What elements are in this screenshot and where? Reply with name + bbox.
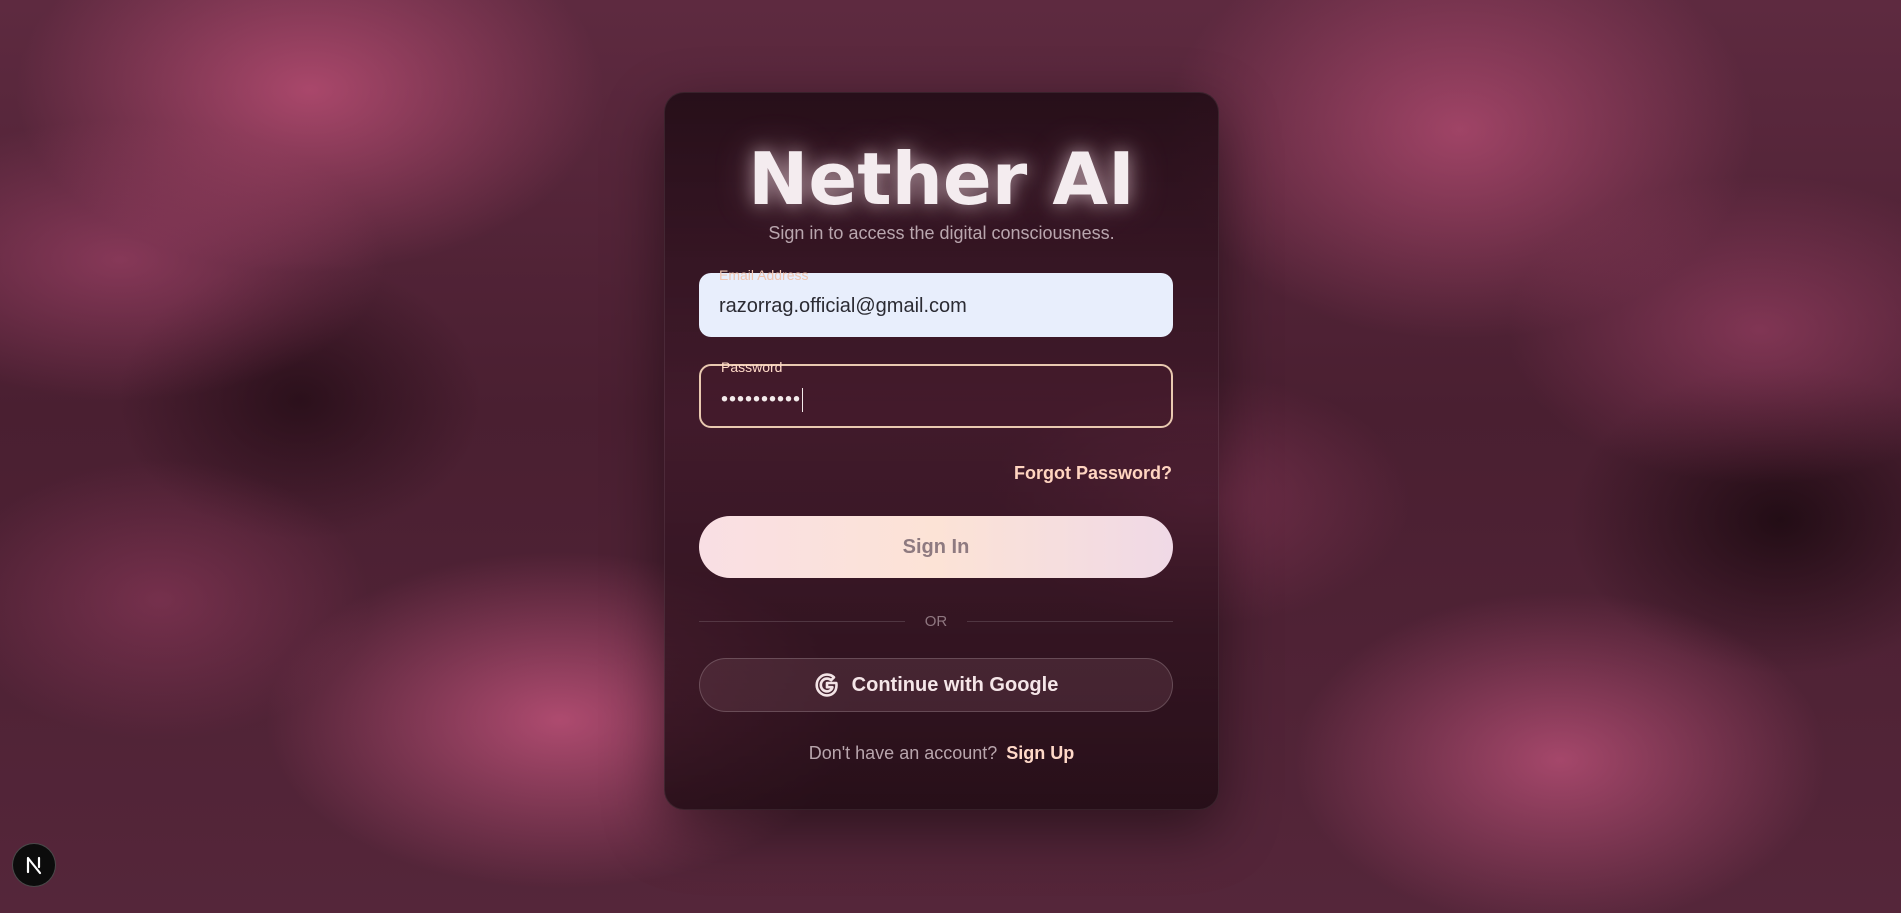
signup-prompt: Don't have an account?: [808, 743, 998, 763]
forgot-password-link[interactable]: Forgot Password?: [1014, 463, 1172, 484]
email-label: Email Address: [719, 267, 809, 283]
app-title: Nether AI: [748, 137, 1135, 221]
text-caret: [802, 388, 804, 412]
email-value[interactable]: razorrag.official@gmail.com: [719, 295, 967, 317]
or-divider: OR: [699, 611, 1173, 631]
google-signin-button[interactable]: Continue with Google: [699, 658, 1173, 712]
divider-line-left: [699, 620, 905, 622]
sign-up-link[interactable]: Sign Up: [1006, 743, 1074, 763]
divider-line-right: [967, 620, 1173, 622]
signup-row: Don't have an account? Sign Up: [665, 743, 1218, 764]
divider-label: OR: [924, 612, 948, 630]
email-field[interactable]: Email Address razorrag.official@gmail.co…: [699, 268, 1173, 337]
password-value-wrap[interactable]: ••••••••••: [721, 388, 804, 412]
password-label: Password: [721, 359, 783, 375]
sign-in-button[interactable]: Sign In: [699, 516, 1173, 578]
google-icon: [814, 672, 840, 698]
password-value: ••••••••••: [721, 388, 802, 411]
password-field[interactable]: Password ••••••••••: [699, 360, 1173, 428]
google-button-label: Continue with Google: [851, 673, 1059, 696]
login-card: Nether AI Sign in to access the digital …: [664, 92, 1219, 810]
app-subtitle: Sign in to access the digital consciousn…: [768, 223, 1115, 243]
nextjs-logo-icon[interactable]: [12, 843, 56, 887]
